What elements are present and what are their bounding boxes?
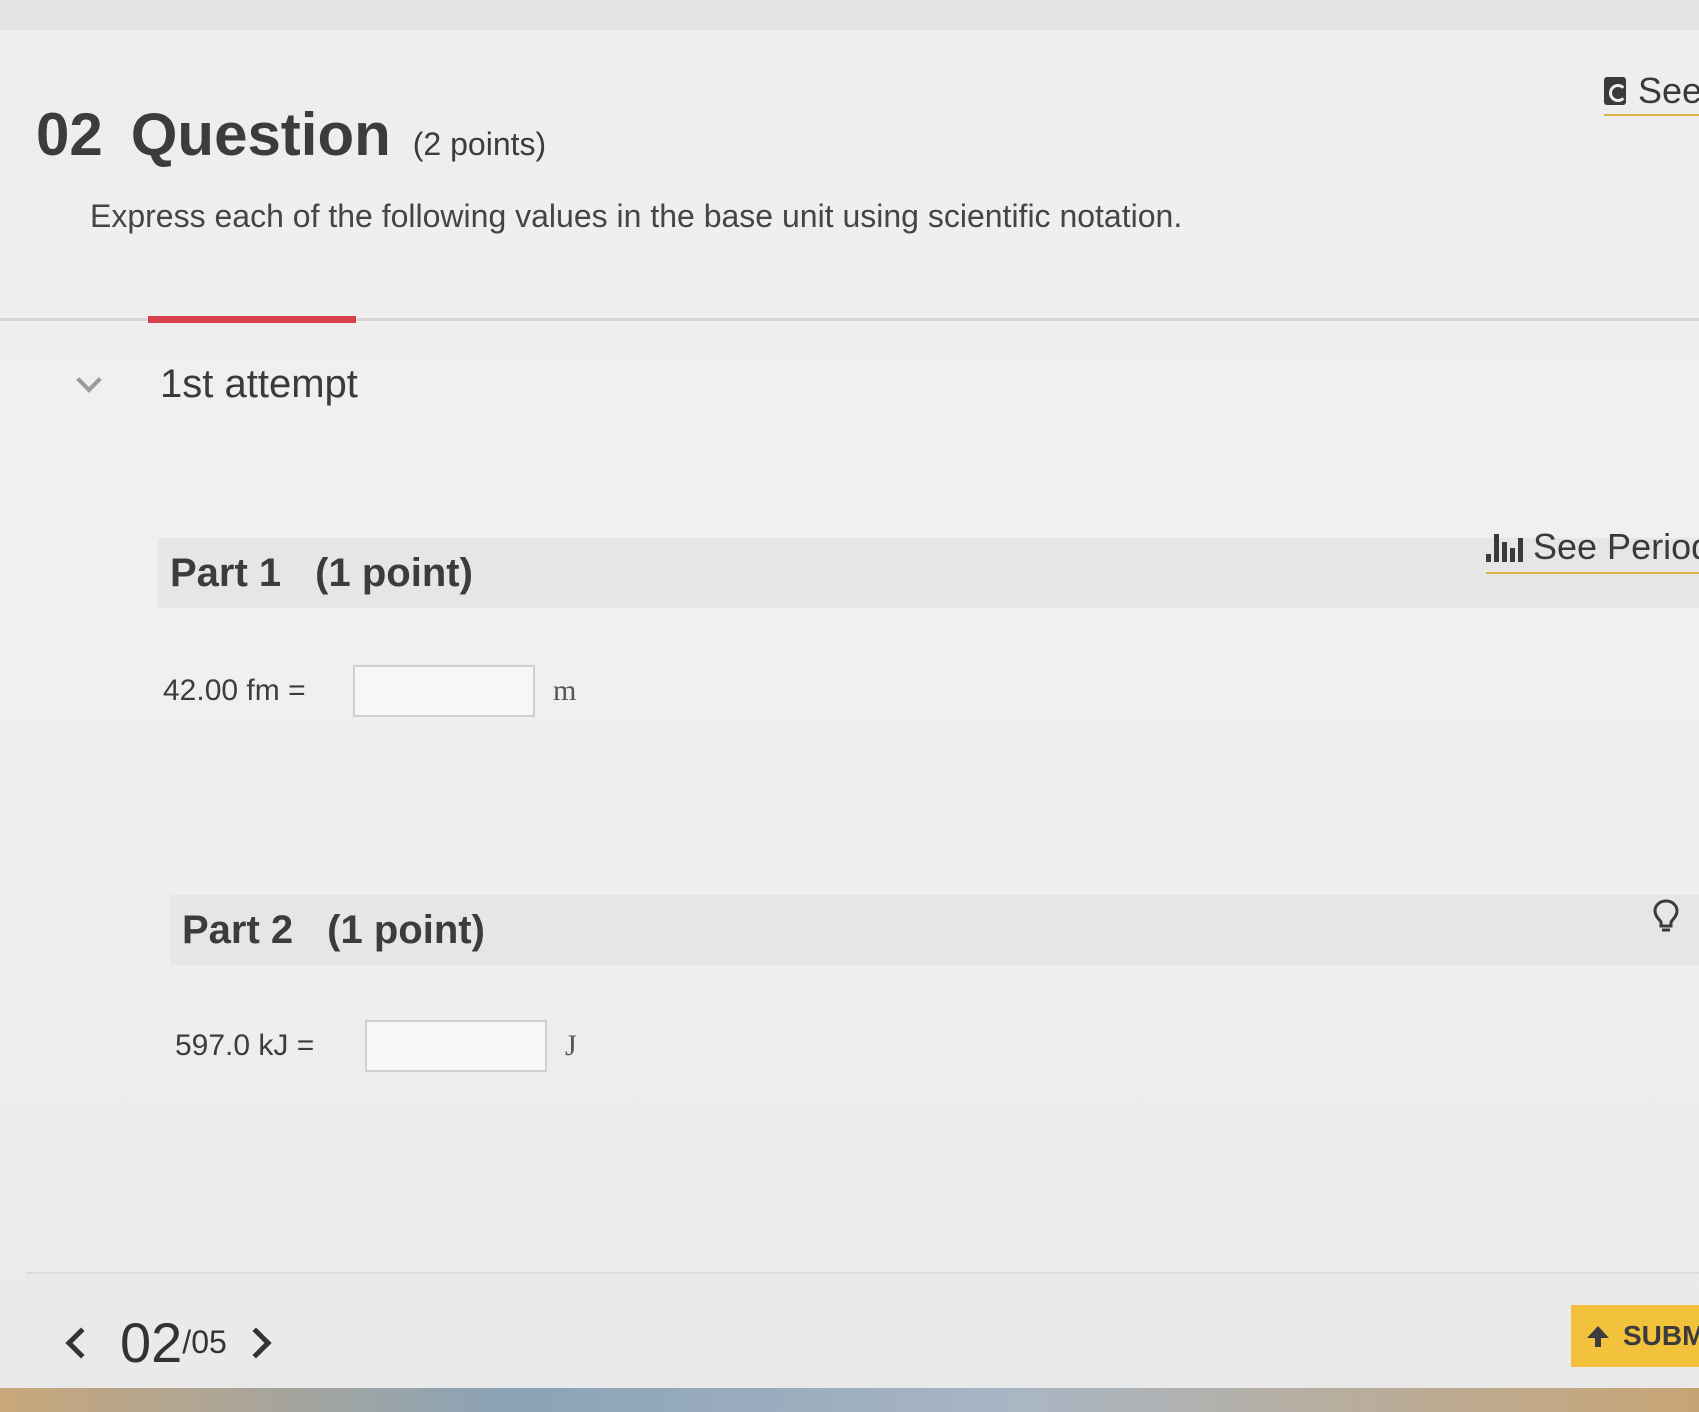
part-1-question: 42.00 fm = m xyxy=(163,665,576,717)
part-2-unit: J xyxy=(565,1029,577,1062)
question-pager: 02 /05 xyxy=(65,1310,272,1375)
part-1-expression: 42.00 fm = xyxy=(163,674,306,707)
ebook-icon xyxy=(1604,77,1627,105)
submit-label: SUBM xyxy=(1623,1320,1699,1351)
pager-total: /05 xyxy=(182,1324,227,1360)
part-2-question: 597.0 kJ = J xyxy=(175,1020,577,1072)
footer-divider xyxy=(26,1272,1699,1274)
attempt-toggle[interactable]: 1st attempt xyxy=(70,362,358,407)
part-2-header: Part 2 (1 point) xyxy=(170,895,1699,965)
lightbulb-icon[interactable] xyxy=(1652,898,1680,934)
part-1-points: (1 point) xyxy=(315,550,473,595)
attempt-tab-indicator xyxy=(148,316,356,323)
question-title: 02 Question (2 points) xyxy=(36,100,546,169)
part-1-title: Part 1 xyxy=(170,550,282,595)
ebook-link[interactable]: See xyxy=(1604,70,1699,116)
question-page: 02 Question (2 points) See Express each … xyxy=(0,0,1699,1412)
periodic-table-link[interactable]: See Periodi xyxy=(1486,526,1699,574)
question-heading: Question xyxy=(130,101,391,168)
part-1-unit: m xyxy=(553,674,577,707)
upload-icon xyxy=(1587,1326,1609,1347)
question-points: (2 points) xyxy=(412,126,547,162)
part-2-expression: 597.0 kJ = xyxy=(175,1029,315,1062)
periodic-table-link-label: See Periodi xyxy=(1533,526,1699,567)
chevron-down-icon xyxy=(76,366,102,393)
next-question-icon[interactable] xyxy=(240,1326,272,1359)
part-1-header: Part 1 (1 point) xyxy=(158,538,1699,608)
question-number: 02 xyxy=(36,101,103,168)
periodic-table-icon xyxy=(1486,532,1523,562)
ebook-link-label: See xyxy=(1638,70,1699,111)
submit-button[interactable]: SUBM xyxy=(1571,1305,1699,1367)
question-instructions: Express each of the following values in … xyxy=(90,198,1183,234)
part-1-answer-input[interactable] xyxy=(353,665,535,717)
top-bar xyxy=(0,0,1699,30)
previous-question-icon[interactable] xyxy=(65,1326,97,1359)
pager-current: 02 xyxy=(120,1311,183,1374)
part-2-title: Part 2 xyxy=(182,907,294,952)
attempt-label: 1st attempt xyxy=(160,362,358,406)
part-2-answer-input[interactable] xyxy=(365,1020,547,1072)
taskbar-strip xyxy=(0,1388,1699,1412)
part-2-points: (1 point) xyxy=(327,907,485,952)
